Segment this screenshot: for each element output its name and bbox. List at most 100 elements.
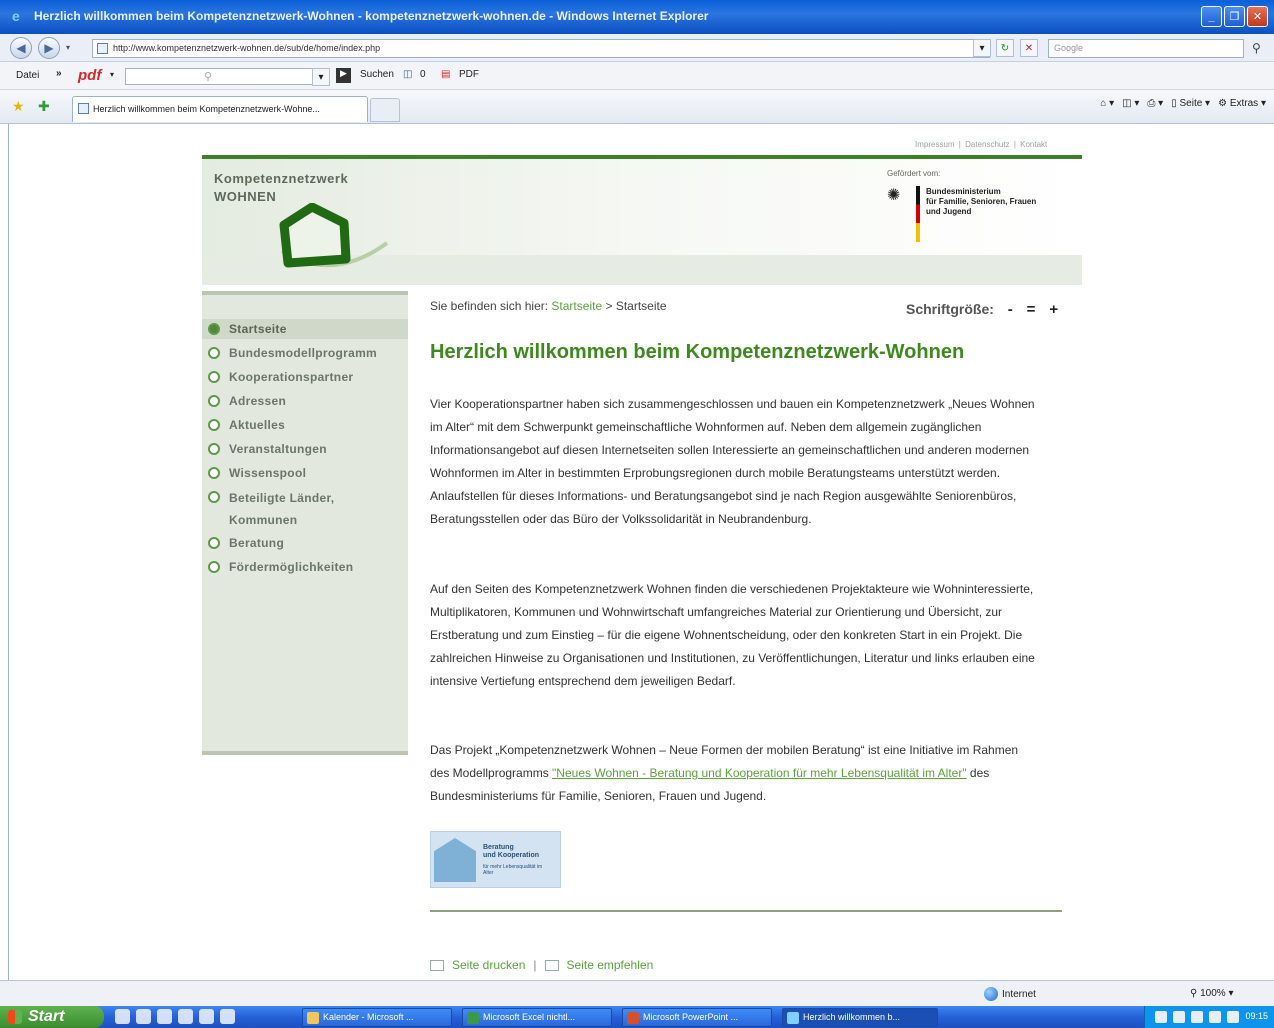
tray-messenger-icon[interactable] [1191,1011,1203,1023]
menu-more[interactable]: » [56,68,62,79]
tab-title: Herzlich willkommen beim Kompetenznetzwe… [93,104,320,114]
pdf-button[interactable]: PDF [459,69,479,80]
tray-alert-icon[interactable] [1209,1011,1221,1023]
sidebar-item-wissenspool[interactable]: Wissenspool [202,463,408,483]
sidebar-item-veranstaltungen[interactable]: Veranstaltungen [202,439,408,459]
tray-volume-icon[interactable] [1227,1011,1239,1023]
intro-paragraph-1: Vier Kooperationspartner haben sich zusa… [430,397,1035,526]
quicklaunch-messenger-icon[interactable] [178,1009,193,1024]
page-viewport: Impressum | Datenschutz | Kontakt Kompet… [8,124,1274,980]
impressum-link[interactable]: Impressum [915,140,955,149]
toolbar: Datei » pdf ▾ ⚲ ▾ ▶ Suchen ◫ 0 ▤ PDF [0,62,1274,90]
house-bullet-icon [208,443,220,455]
house-bullet-icon [208,537,220,549]
refresh-icon[interactable]: ↻ [996,39,1014,57]
close-button[interactable]: ✕ [1247,6,1268,27]
sidebar-item-startseite[interactable]: Startseite [202,319,408,339]
recommend-page-link[interactable]: Seite empfehlen [567,958,654,972]
excel-icon [467,1012,479,1024]
modellprogramm-link[interactable]: "Neues Wohnen - Beratung und Kooperation… [552,766,967,780]
maximize-button[interactable]: ❐ [1224,6,1245,27]
window-controls: _ ❐ ✕ [1201,6,1268,27]
home-icon[interactable]: ⌂ ▾ [1100,98,1114,109]
url-input[interactable]: http://www.kompetenznetzwerk-wohnen.de/s… [92,39,990,58]
ie-icon [787,1012,799,1024]
back-button[interactable]: ◀ [10,37,32,59]
history-dropdown-icon[interactable]: ▾ [66,43,70,52]
search-button-icon: ▶ [336,68,351,83]
tools-menu[interactable]: ⚙ Extras ▾ [1218,98,1266,109]
quicklaunch-media-icon[interactable] [199,1009,214,1024]
sidebar-item-beteiligte-laender[interactable]: Beteiligte Länder, Kommunen [202,487,392,531]
taskbar-item-outlook[interactable]: Kalender - Microsoft ... [302,1008,452,1027]
house-bullet-icon [208,561,220,573]
font-size-control: Schriftgröße: - = + [906,301,1058,318]
menu-file[interactable]: Datei [16,70,39,81]
pdf-logo[interactable]: pdf [78,67,101,84]
font-size-decrease-button[interactable]: - [1008,301,1013,318]
quicklaunch-app-icon[interactable] [220,1009,235,1024]
taskbar-item-excel[interactable]: Microsoft Excel nichtl... [462,1008,612,1027]
sidebar-item-beratung[interactable]: Beratung [202,533,408,553]
sidebar-item-adressen[interactable]: Adressen [202,391,408,411]
quicklaunch-outlook-icon[interactable] [157,1009,172,1024]
sidebar-item-bundesmodellprogramm[interactable]: Bundesmodellprogramm [202,343,408,363]
sidebar: Startseite Bundesmodellprogramm Kooperat… [202,291,408,755]
sidebar-item-foerdermoeglichkeiten[interactable]: Fördermöglichkeiten [202,557,408,577]
tab-bar: ★ ✚ Herzlich willkommen beim Kompetenzne… [0,90,1274,124]
page-menu[interactable]: ▯ Seite ▾ [1171,98,1210,109]
minimize-button[interactable]: _ [1201,6,1222,27]
house-bullet-icon [208,395,220,407]
quicklaunch-desktop-icon[interactable] [115,1009,130,1024]
security-zone[interactable]: Internet [984,987,1036,1001]
taskbar-item-ie[interactable]: Herzlich willkommen b... [782,1008,938,1027]
window-title: Herzlich willkommen beim Kompetenznetzwe… [34,9,709,23]
ministry-logo[interactable]: Bundesministerium für Familie, Senioren,… [926,187,1036,217]
datenschutz-link[interactable]: Datenschutz [965,140,1009,149]
favorites-star-icon[interactable]: ★ [12,98,25,115]
stop-icon[interactable]: ✕ [1020,39,1038,57]
breadcrumb-link-startseite[interactable]: Startseite [551,299,602,313]
new-tab-button[interactable] [370,98,400,122]
envelope-icon [544,959,559,971]
font-size-increase-button[interactable]: + [1049,301,1058,318]
print-page-link[interactable]: Seite drucken [452,958,525,972]
flag-bar [916,186,920,242]
tray-network-icon[interactable] [1155,1011,1167,1023]
sidebar-item-kooperationspartner[interactable]: Kooperationspartner [202,367,408,387]
windows-logo-icon [8,1010,22,1024]
logo-line1[interactable]: Kompetenznetzwerk [214,171,348,186]
toolbar-dropdown-icon[interactable]: ▾ [312,68,330,86]
tab-active[interactable]: Herzlich willkommen beim Kompetenznetzwe… [72,96,368,122]
add-favorite-icon[interactable]: ✚ [38,98,50,115]
pdf-dropdown-icon[interactable]: ▾ [110,70,114,79]
window-titlebar[interactable]: e Herzlich willkommen beim Kompetenznetz… [0,0,1274,34]
font-size-reset-button[interactable]: = [1027,301,1036,318]
url-dropdown-icon[interactable]: ▾ [973,39,991,57]
status-bar: Internet ⚲ 100% ▾ [0,980,1274,1006]
search-icon[interactable]: ⚲ [1252,41,1261,55]
taskbar-item-powerpoint[interactable]: Microsoft PowerPoint ... [622,1008,772,1027]
page-actions: Seite drucken | Seite empfehlen [430,958,653,972]
sidebar-item-aktuelles[interactable]: Aktuelles [202,415,408,435]
kontakt-link[interactable]: Kontakt [1020,140,1047,149]
print-icon[interactable]: ⎙ ▾ [1147,98,1163,109]
search-input[interactable]: Google [1048,39,1244,58]
beratung-kooperation-banner[interactable]: Beratung und Kooperation für mehr Lebens… [430,831,561,888]
counter-icon: ◫ [403,69,413,80]
content-divider [430,910,1062,912]
page-icon [97,43,108,54]
logo-line2[interactable]: WOHNEN [214,189,276,204]
tray-security-icon[interactable] [1173,1011,1185,1023]
search-button[interactable]: Suchen [360,69,394,80]
quicklaunch-ie-icon[interactable] [136,1009,151,1024]
clock[interactable]: 09:15 [1245,1011,1268,1021]
feeds-icon[interactable]: ◫ ▾ [1122,98,1139,109]
zoom-control[interactable]: ⚲ 100% ▾ [1190,988,1234,999]
toolbar-search-input[interactable] [125,68,328,85]
house-bullet-icon [208,371,220,383]
outlook-icon [307,1012,319,1024]
start-button[interactable]: Start [0,1006,104,1028]
forward-button[interactable]: ▶ [38,37,60,59]
eagle-icon: ✺ [887,187,901,204]
